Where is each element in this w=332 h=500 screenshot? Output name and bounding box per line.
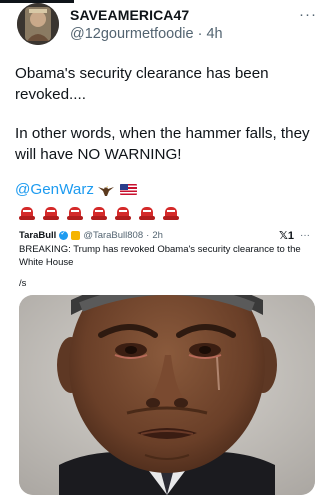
quoted-post-actions: 𝕏1 ··· bbox=[279, 229, 310, 242]
mention-line: @GenWarz bbox=[15, 181, 137, 198]
red-cap-emoji-icon bbox=[43, 207, 59, 221]
more-options-icon[interactable]: ··· bbox=[299, 6, 317, 23]
quoted-author-handle[interactable]: @TaraBull808 bbox=[83, 230, 143, 241]
quoted-post-time: 2h bbox=[152, 230, 163, 241]
post-text-paragraph-1: Obama's security clearance has been revo… bbox=[15, 65, 269, 103]
post-photo bbox=[19, 295, 315, 495]
quoted-post-header: TaraBull @TaraBull808 · 2h bbox=[19, 229, 163, 241]
red-cap-emoji-icon bbox=[139, 207, 155, 221]
post-image[interactable] bbox=[19, 295, 315, 495]
x-logo-icon: 𝕏1 bbox=[279, 230, 294, 242]
red-cap-emoji-icon bbox=[19, 207, 35, 221]
red-cap-emoji-icon bbox=[91, 207, 107, 221]
author-handle[interactable]: @12gourmetfoodie bbox=[70, 26, 194, 42]
quoted-time-separator: · bbox=[146, 230, 150, 241]
author-handle-line: @12gourmetfoodie · 4h bbox=[70, 26, 223, 42]
post-text-paragraph-2: In other words, when the hammer falls, t… bbox=[15, 125, 310, 163]
affiliate-badge-icon bbox=[71, 231, 81, 240]
post-time[interactable]: 4h bbox=[206, 26, 222, 42]
quoted-post-text: BREAKING: Trump has revoked Obama's secu… bbox=[19, 244, 301, 268]
red-cap-emoji-row bbox=[19, 207, 179, 221]
verified-badge-icon bbox=[59, 229, 69, 240]
avatar-photo bbox=[17, 3, 59, 45]
us-flag-emoji-icon bbox=[120, 184, 137, 195]
quoted-author-name[interactable]: TaraBull bbox=[19, 230, 56, 241]
red-cap-emoji-icon bbox=[115, 207, 131, 221]
red-cap-emoji-icon bbox=[67, 207, 83, 221]
red-cap-emoji-icon bbox=[163, 207, 179, 221]
avatar[interactable] bbox=[17, 3, 59, 45]
sarcasm-tag: /s bbox=[19, 278, 27, 289]
mention-link[interactable]: @GenWarz bbox=[15, 181, 94, 198]
eagle-emoji-icon bbox=[98, 183, 114, 196]
time-separator: · bbox=[197, 26, 203, 42]
author-display-name[interactable]: SAVEAMERICA47 bbox=[70, 7, 189, 23]
quoted-more-icon[interactable]: ··· bbox=[300, 230, 310, 241]
